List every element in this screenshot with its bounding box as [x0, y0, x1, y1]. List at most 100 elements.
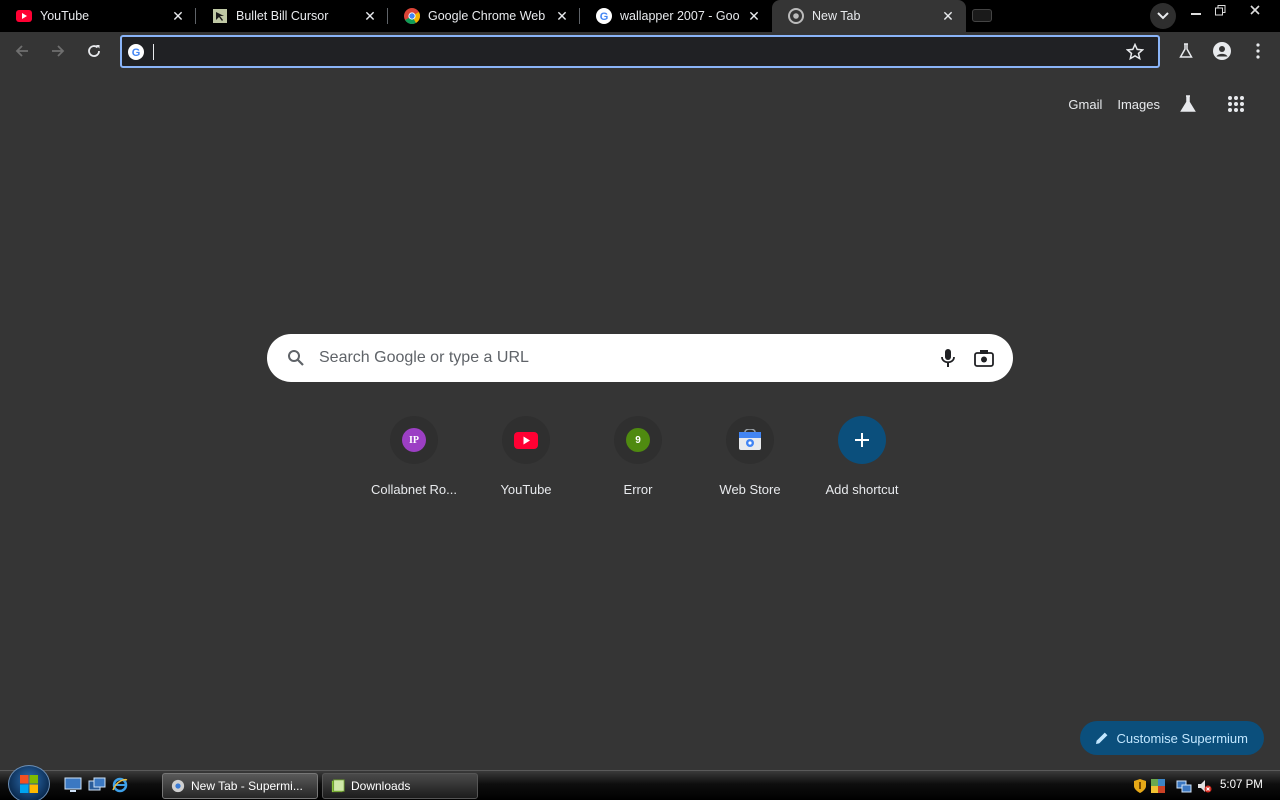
google-icon: G — [596, 8, 612, 24]
security-shield-icon[interactable] — [1132, 778, 1148, 794]
taskbar-item-chrome[interactable]: New Tab - Supermi... — [162, 773, 318, 799]
tab-chrome-web-store[interactable]: Google Chrome Web Store ✕ — [388, 0, 580, 32]
chevron-down-icon — [1157, 12, 1169, 20]
tab-title: New Tab — [812, 9, 861, 23]
close-icon — [1250, 5, 1260, 15]
shortcut-label: Collabnet Ro... — [371, 482, 457, 497]
pencil-icon — [1095, 732, 1107, 744]
web-store-icon — [739, 429, 761, 450]
text-caret — [153, 44, 154, 60]
tray-app-icon[interactable] — [1150, 778, 1166, 794]
camera-icon[interactable] — [974, 349, 994, 367]
show-desktop-icon[interactable] — [64, 777, 82, 793]
forward-button[interactable] — [44, 37, 72, 65]
shortcut-collabnet[interactable]: IP Collabnet Ro... — [358, 416, 470, 497]
shortcut-label: Error — [623, 482, 653, 497]
switch-windows-icon[interactable] — [88, 777, 106, 793]
internet-explorer-icon[interactable] — [111, 777, 129, 793]
avatar-icon — [1213, 42, 1231, 60]
windows-logo-icon — [20, 775, 38, 793]
search-box[interactable]: Search Google or type a URL — [267, 334, 1013, 382]
folder-icon — [331, 779, 345, 793]
tab-bullet-bill-cursor[interactable]: Bullet Bill Cursor ✕ — [196, 0, 388, 32]
arrow-left-icon — [15, 45, 28, 57]
search-placeholder: Search Google or type a URL — [319, 349, 529, 366]
images-link[interactable]: Images — [1117, 97, 1160, 112]
shortcuts-grid: IP Collabnet Ro... YouTube 9 Error Web S… — [358, 416, 918, 497]
new-tab-button[interactable] — [972, 9, 992, 22]
arrow-right-icon — [52, 45, 65, 57]
youtube-icon — [514, 431, 538, 449]
labs-button[interactable] — [1172, 37, 1200, 65]
shortcut-tile — [838, 416, 886, 464]
taskbar: New Tab - Supermi... Downloads 5:07 PM — [0, 765, 1280, 800]
shortcut-tile — [502, 416, 550, 464]
svg-text:G: G — [132, 47, 141, 59]
plus-icon — [855, 433, 869, 447]
taskbar-item-label: Downloads — [351, 779, 411, 793]
reload-button[interactable] — [80, 37, 108, 65]
add-shortcut-button[interactable]: Add shortcut — [806, 416, 918, 497]
minimize-icon — [1191, 13, 1201, 15]
browser-toolbar: G — [0, 32, 1280, 70]
reload-icon — [88, 45, 100, 57]
tab-title: wallapper 2007 - Google — [620, 9, 740, 23]
volume-muted-icon[interactable] — [1196, 778, 1212, 794]
taskbar-item-label: New Tab - Supermi... — [191, 779, 303, 793]
apps-grid-icon — [1228, 96, 1244, 112]
address-bar[interactable]: G — [120, 35, 1160, 68]
kebab-menu-icon — [1256, 43, 1260, 59]
close-icon[interactable]: ✕ — [554, 8, 570, 24]
microphone-icon[interactable] — [939, 348, 957, 368]
network-icon[interactable] — [1176, 778, 1192, 794]
svg-text:G: G — [600, 11, 609, 23]
tab-strip: YouTube ✕ Bullet Bill Cursor ✕ Google Ch… — [0, 0, 1280, 32]
shortcut-badge: 9 — [626, 428, 650, 452]
chrome-icon — [404, 8, 420, 24]
tab-new-tab[interactable]: New Tab ✕ — [772, 0, 966, 32]
labs-link[interactable] — [1168, 88, 1208, 120]
chrome-icon — [171, 779, 185, 793]
apps-button[interactable] — [1216, 88, 1256, 120]
customise-button[interactable]: Customise Supermium — [1079, 721, 1264, 755]
youtube-icon — [16, 8, 32, 24]
search-icon — [288, 350, 304, 366]
gmail-link[interactable]: Gmail — [1068, 97, 1102, 112]
shortcut-label: YouTube — [500, 482, 552, 497]
menu-button[interactable] — [1244, 37, 1272, 65]
restore-icon — [1214, 4, 1225, 15]
shortcut-tile: 9 — [614, 416, 662, 464]
shortcut-tile: IP — [390, 416, 438, 464]
tab-search-button[interactable] — [1150, 3, 1176, 29]
shortcut-web-store[interactable]: Web Store — [694, 416, 806, 497]
tab-youtube[interactable]: YouTube ✕ — [0, 0, 196, 32]
back-button[interactable] — [8, 37, 36, 65]
flask-icon — [1180, 95, 1196, 112]
shortcut-badge: IP — [402, 428, 426, 452]
customise-label: Customise Supermium — [1116, 730, 1249, 746]
shortcut-youtube[interactable]: YouTube — [470, 416, 582, 497]
tab-title: Bullet Bill Cursor — [236, 9, 329, 23]
tab-wallpaper-search[interactable]: G wallapper 2007 - Google ✕ — [580, 0, 772, 32]
new-tab-page: Gmail Images Search Google or type a URL… — [0, 70, 1280, 770]
start-button[interactable] — [8, 765, 50, 800]
bookmark-star-icon[interactable] — [1126, 43, 1144, 61]
close-icon[interactable]: ✕ — [170, 8, 186, 24]
shortcut-label: Add shortcut — [825, 482, 899, 497]
close-icon[interactable]: ✕ — [746, 8, 762, 24]
tab-title: Google Chrome Web Store — [428, 9, 548, 23]
address-input[interactable] — [152, 41, 1112, 63]
taskbar-item-downloads[interactable]: Downloads — [322, 773, 478, 799]
close-window-button[interactable] — [1240, 0, 1270, 20]
shortcut-error[interactable]: 9 Error — [582, 416, 694, 497]
tab-title: YouTube — [40, 9, 90, 23]
close-icon[interactable]: ✕ — [362, 8, 378, 24]
flask-icon — [1179, 43, 1193, 58]
profile-button[interactable] — [1208, 37, 1236, 65]
google-icon: G — [128, 44, 144, 60]
restore-button[interactable] — [1205, 0, 1235, 20]
bullet-bill-icon — [212, 8, 228, 24]
close-icon[interactable]: ✕ — [940, 8, 956, 24]
clock: 5:07 PM — [1220, 779, 1263, 791]
chrome-icon — [788, 8, 804, 24]
